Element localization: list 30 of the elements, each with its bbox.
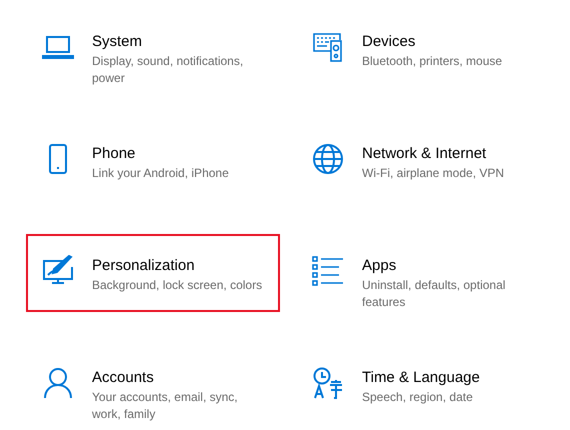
category-description: Speech, region, date (362, 389, 474, 406)
category-title: Network & Internet (362, 144, 488, 164)
settings-category[interactable]: Personalization Background, lock screen, colors (26, 234, 280, 312)
settings-category[interactable]: Accounts Your accounts, email, sync, work, family (26, 346, 280, 424)
settings-category[interactable]: Devices Bluetooth, printers, mouse (296, 10, 550, 88)
settings-category[interactable]: Apps Uninstall, defaults, optional features (296, 234, 550, 312)
category-description: Uninstall, defaults, optional features (362, 277, 506, 311)
category-title: Accounts (92, 368, 155, 388)
keyboard-speaker-icon (312, 31, 344, 63)
list-icon (312, 255, 344, 287)
settings-category[interactable]: System Display, sound, notifications, power (26, 10, 280, 88)
category-description: Display, sound, notifications, power (92, 53, 244, 87)
category-title: Phone (92, 144, 136, 164)
person-icon (42, 367, 74, 399)
category-title: Apps (362, 256, 398, 276)
category-description: Wi-Fi, airplane mode, VPN (362, 165, 506, 182)
category-description: Link your Android, iPhone (92, 165, 230, 182)
category-description: Your accounts, email, sync, work, family (92, 389, 239, 423)
category-title: Personalization (92, 256, 196, 276)
clock-language-icon (312, 367, 344, 399)
settings-category[interactable]: Phone Link your Android, iPhone (26, 122, 280, 200)
monitor-brush-icon (42, 255, 74, 287)
category-description: Bluetooth, printers, mouse (362, 53, 504, 70)
category-title: Time & Language (362, 368, 481, 388)
settings-category[interactable]: Network & Internet Wi-Fi, airplane mode, VPN (296, 122, 550, 200)
category-title: System (92, 32, 144, 52)
globe-icon (312, 143, 344, 175)
category-description: Background, lock screen, colors (92, 277, 264, 294)
settings-category[interactable]: Time & Language Speech, region, date (296, 346, 550, 424)
category-title: Devices (362, 32, 416, 52)
